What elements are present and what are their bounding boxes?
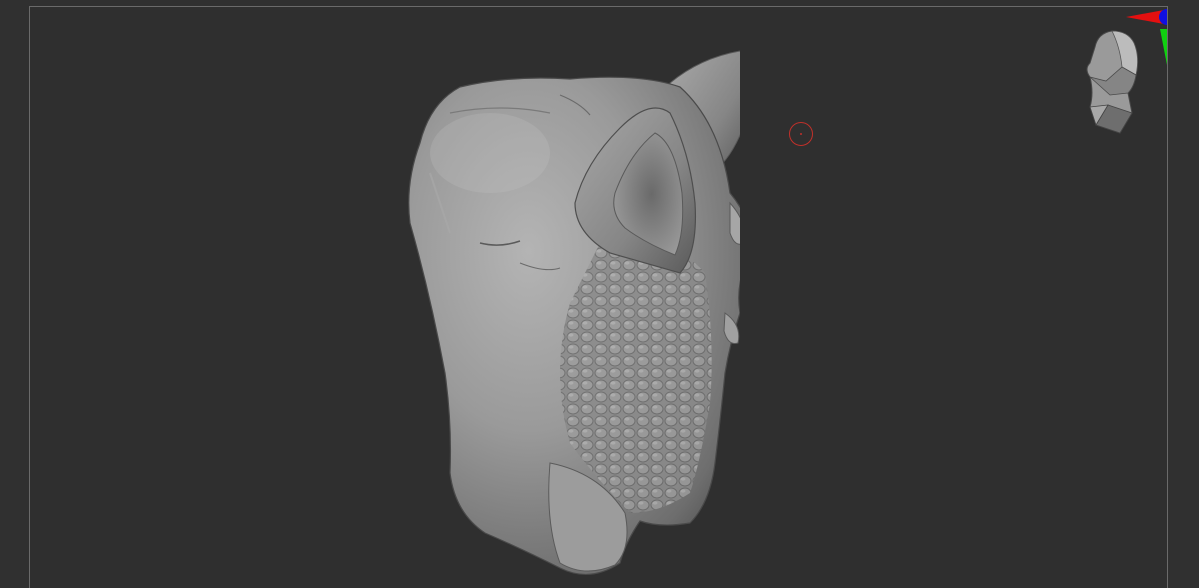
- zbrush-app: [0, 0, 1199, 588]
- x-axis-arrow-icon[interactable]: [1126, 10, 1164, 24]
- canvas-viewport[interactable]: [29, 6, 1168, 588]
- circle-brush-cursor-icon: [789, 122, 813, 146]
- y-axis-arrow-icon[interactable]: [1160, 29, 1168, 65]
- orientation-gizmo[interactable]: [1050, 7, 1168, 147]
- sculpt-model[interactable]: [370, 43, 740, 583]
- head-orientation-icon: [1086, 30, 1139, 134]
